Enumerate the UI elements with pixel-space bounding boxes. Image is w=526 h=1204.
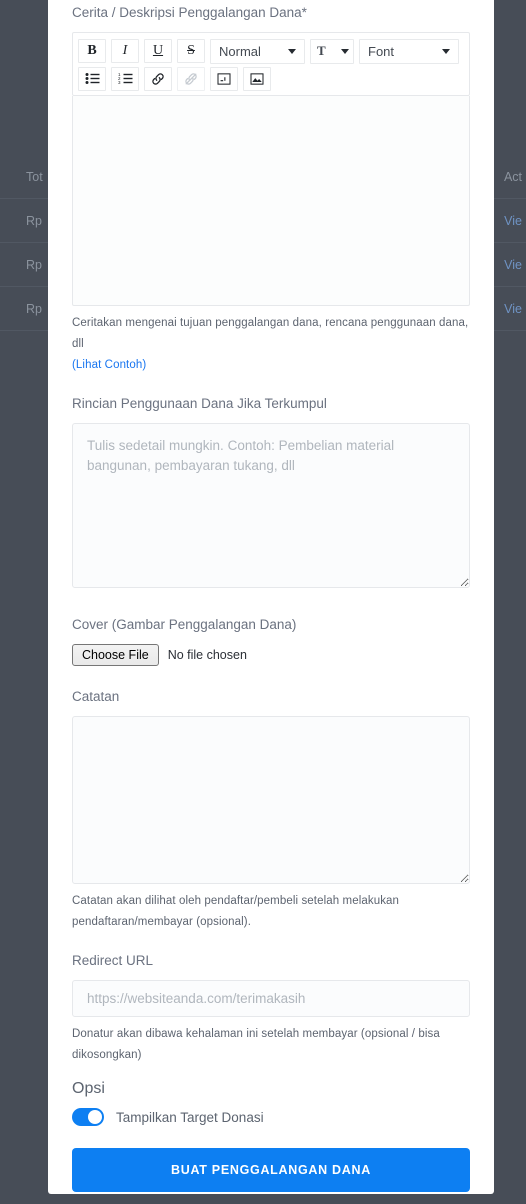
redirect-url-label: Redirect URL — [72, 952, 154, 968]
strikethrough-button[interactable]: S — [177, 39, 205, 64]
italic-icon: I — [122, 43, 128, 59]
rincian-label: Rincian Penggunaan Dana Jika Terkumpul — [72, 396, 327, 412]
background-row-amount: Rp — [26, 301, 42, 316]
bold-button[interactable]: B — [78, 39, 106, 64]
video-icon — [217, 73, 231, 85]
rich-text-content-area[interactable] — [72, 95, 470, 306]
submit-button[interactable]: BUAT PENGGALANGAN DANA — [72, 1148, 470, 1193]
link-button[interactable] — [144, 66, 172, 91]
background-row-view-link: Vie — [504, 213, 522, 228]
target-donasi-toggle-label: Tampilkan Target Donasi — [116, 1109, 264, 1125]
strikethrough-icon: S — [187, 43, 195, 59]
underline-icon: U — [152, 43, 164, 59]
background-row-view-link: Vie — [504, 301, 522, 316]
catatan-label: Catatan — [72, 689, 120, 705]
header-format-value: Normal — [219, 43, 261, 59]
cover-file-input[interactable]: Choose File No file chosen — [72, 644, 470, 667]
opsi-title: Opsi — [72, 1080, 105, 1098]
redirect-url-input[interactable] — [72, 979, 470, 1017]
bullet-list-button[interactable] — [78, 66, 106, 91]
image-button[interactable] — [243, 66, 271, 91]
bold-icon: B — [87, 43, 97, 59]
chevron-down-icon — [341, 48, 349, 54]
redirect-url-helper-text: Donatur akan dibawa kehalaman ini setela… — [72, 1027, 440, 1061]
cerita-label: Cerita / Deskripsi Penggalangan Dana* — [72, 5, 307, 20]
catatan-helper-text: Catatan akan dilihat oleh pendaftar/pemb… — [72, 895, 400, 929]
font-size-select[interactable]: T — [310, 38, 354, 64]
rincian-textarea[interactable] — [72, 423, 470, 589]
file-status-text: No file chosen — [167, 648, 247, 663]
chevron-down-icon — [442, 48, 450, 54]
font-size-icon: T — [317, 43, 326, 59]
lihat-contoh-link[interactable]: (Lihat Contoh) — [72, 359, 146, 371]
unlink-button[interactable] — [177, 66, 205, 91]
header-format-select[interactable]: Normal — [210, 38, 305, 64]
underline-button[interactable]: U — [144, 39, 172, 64]
font-family-select[interactable]: Font — [359, 38, 459, 64]
font-family-value: Font — [368, 43, 395, 59]
background-row-view-link: Vie — [504, 257, 522, 272]
target-donasi-toggle[interactable] — [72, 1108, 104, 1127]
create-fundraiser-modal: Cerita / Deskripsi Penggalangan Dana* B … — [48, 0, 494, 1194]
background-header-action: Act — [503, 169, 522, 184]
background-row-amount: Rp — [26, 213, 42, 228]
image-icon — [250, 73, 264, 85]
unlink-icon — [185, 73, 197, 85]
background-header-total: Tot — [26, 169, 43, 184]
catatan-textarea[interactable] — [72, 716, 470, 885]
bullet-list-icon — [85, 73, 99, 85]
chevron-down-icon — [288, 48, 296, 54]
cover-label: Cover (Gambar Penggalangan Dana) — [72, 617, 297, 633]
toggle-knob — [88, 1110, 102, 1125]
video-button[interactable] — [210, 66, 238, 91]
target-donasi-toggle-row[interactable]: Tampilkan Target Donasi — [72, 1108, 470, 1127]
choose-file-button[interactable]: Choose File — [72, 644, 159, 667]
ordered-list-button[interactable]: 1 2 3 — [111, 66, 139, 91]
ordered-list-icon: 1 2 3 — [118, 72, 132, 85]
svg-text:3: 3 — [118, 80, 121, 85]
link-icon — [152, 73, 164, 85]
italic-button[interactable]: I — [111, 39, 139, 64]
rich-text-toolbar: B I U S Normal T Font 1 2 3 — [72, 31, 470, 96]
background-row-amount: Rp — [26, 257, 42, 272]
cerita-helper-text: Ceritakan mengenai tujuan penggalangan d… — [72, 316, 469, 351]
